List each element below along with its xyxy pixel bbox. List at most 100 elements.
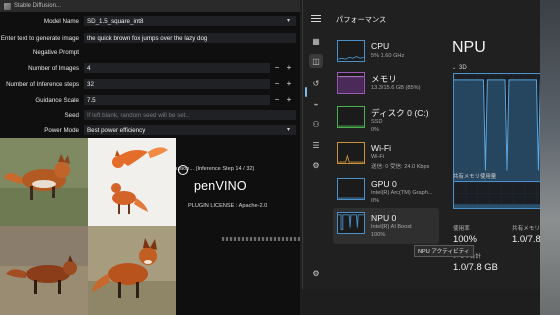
menu-icon[interactable] bbox=[311, 13, 321, 23]
nav-rail: ▦ ◫ ↺ ⌁ ⚇ ☰ ⚙ ⚙ bbox=[303, 30, 329, 289]
sd-window-title: Stable Diffusion... bbox=[14, 3, 61, 9]
generated-image-4[interactable] bbox=[88, 226, 176, 315]
negative-prompt-label: Negative Prompt bbox=[32, 48, 79, 56]
resource-item-cpu[interactable]: CPU 5% 1.60 GHz bbox=[333, 36, 439, 72]
wifi-throughput: 送信: 0 受信: 24.0 Kbps bbox=[371, 164, 430, 170]
tm-header: パフォーマンス bbox=[303, 0, 560, 38]
guidance-scale-input[interactable]: 7.5 bbox=[84, 95, 270, 105]
shared-memory-label: 共有メモリ使用量 bbox=[453, 174, 497, 180]
seed-input[interactable]: If left blank, random seed will be set.. bbox=[84, 110, 296, 120]
npu-name: NPU 0 bbox=[371, 213, 397, 223]
generated-image-2[interactable] bbox=[88, 138, 176, 226]
inference-steps-label: Number of Inference steps bbox=[6, 80, 79, 88]
desktop: Stable Diffusion... Model Name SD_1.5_sq… bbox=[0, 0, 560, 315]
fox-image-2 bbox=[88, 138, 176, 226]
utilization-label: 使用率 bbox=[453, 226, 470, 232]
wifi-adapter: Wi-Fi bbox=[371, 154, 385, 160]
prompt-label: Enter text to generate image bbox=[0, 34, 79, 42]
plugin-license: PLUGIN LICENSE : Apache-2.0 bbox=[188, 203, 268, 209]
npu-model: Intel(R) AI Boost bbox=[371, 224, 412, 230]
memory-usage: 13.3/15.6 GB (85%) bbox=[371, 85, 421, 91]
resource-item-memory[interactable]: メモリ 13.3/15.6 GB (85%) bbox=[333, 68, 439, 104]
gpu-model: Intel(R) Arc(TM) Graph... bbox=[371, 190, 433, 196]
cpu-sparkline bbox=[337, 40, 365, 62]
negative-prompt-input[interactable] bbox=[84, 47, 296, 57]
npu-sparkline bbox=[337, 212, 365, 234]
engine-selector[interactable]: 3D bbox=[459, 65, 467, 71]
performance-icon[interactable]: ◫ bbox=[309, 54, 323, 68]
resource-item-disk[interactable]: ディスク 0 (C:) SSD 0% bbox=[333, 102, 439, 138]
desktop-background bbox=[540, 0, 560, 315]
memory-name: メモリ bbox=[371, 74, 397, 84]
model-name-value: SD_1.5_square_int8 bbox=[87, 17, 144, 25]
npu-usage: 100% bbox=[371, 232, 386, 238]
resource-item-gpu[interactable]: GPU 0 Intel(R) Arc(TM) Graph... 0% bbox=[333, 174, 439, 210]
wifi-name: Wi-Fi bbox=[371, 143, 392, 153]
disk-name: ディスク 0 (C:) bbox=[371, 108, 429, 118]
power-mode-value: Best power efficiency bbox=[87, 126, 146, 134]
generated-images-grid bbox=[0, 138, 176, 315]
detail-title: NPU bbox=[452, 39, 486, 56]
num-images-input[interactable]: 4 bbox=[84, 63, 270, 73]
num-images-minus-button[interactable]: − bbox=[273, 63, 281, 73]
gpu-usage: 0% bbox=[371, 198, 380, 204]
utilization-value: 100% bbox=[453, 233, 477, 244]
prompt-value: the quick brown fox jumps over the lazy … bbox=[87, 34, 208, 42]
cpu-name: CPU bbox=[371, 41, 390, 51]
seed-placeholder: If left blank, random seed will be set.. bbox=[87, 111, 189, 119]
fox-image-3 bbox=[0, 226, 88, 315]
sd-titlebar: Stable Diffusion... bbox=[0, 0, 300, 12]
inference-steps-plus-button[interactable]: + bbox=[285, 79, 293, 89]
num-images-plus-button[interactable]: + bbox=[285, 63, 293, 73]
page-title: パフォーマンス bbox=[336, 15, 387, 24]
wifi-sparkline bbox=[337, 142, 365, 164]
guidance-scale-value: 7.5 bbox=[87, 96, 96, 104]
resource-item-wifi[interactable]: Wi-Fi Wi-Fi 送信: 0 受信: 24.0 Kbps bbox=[333, 138, 439, 174]
loading-indicator bbox=[222, 237, 300, 241]
generated-image-3[interactable] bbox=[0, 226, 88, 315]
progress-area: usion... (Inference Step 14 / 32) penVIN… bbox=[176, 162, 300, 222]
active-indicator bbox=[305, 87, 307, 97]
processes-icon[interactable]: ▦ bbox=[309, 34, 323, 48]
chevron-down-icon: ▾ bbox=[286, 18, 290, 24]
services-icon[interactable]: ⚙ bbox=[309, 158, 323, 172]
details-icon[interactable]: ☰ bbox=[309, 138, 323, 152]
stable-diffusion-window: Stable Diffusion... Model Name SD_1.5_sq… bbox=[0, 0, 300, 315]
startup-icon[interactable]: ⌁ bbox=[309, 97, 323, 111]
inference-steps-input[interactable]: 32 bbox=[84, 79, 270, 89]
model-name-select[interactable]: SD_1.5_square_int8 ▾ bbox=[84, 16, 296, 26]
disk-sparkline bbox=[337, 106, 365, 128]
power-mode-select[interactable]: Best power efficiency ▾ bbox=[84, 125, 296, 135]
guidance-scale-plus-button[interactable]: + bbox=[285, 95, 293, 105]
model-name-label: Model Name bbox=[43, 17, 79, 25]
prompt-input[interactable]: the quick brown fox jumps over the lazy … bbox=[84, 33, 296, 43]
gpu-name: GPU 0 bbox=[371, 179, 397, 189]
num-images-value: 4 bbox=[87, 64, 91, 72]
app-icon bbox=[4, 2, 11, 10]
seed-label: Seed bbox=[64, 111, 79, 119]
chevron-down-icon[interactable]: ⌄ bbox=[452, 65, 456, 71]
memory-sparkline bbox=[337, 72, 365, 94]
inference-steps-value: 32 bbox=[87, 80, 94, 88]
mem-total-value: 1.0/7.8 GB bbox=[453, 261, 498, 272]
resource-item-npu[interactable]: NPU 0 Intel(R) AI Boost 100% bbox=[333, 208, 439, 244]
users-icon[interactable]: ⚇ bbox=[309, 117, 323, 131]
app-history-icon[interactable]: ↺ bbox=[309, 76, 323, 90]
gpu-sparkline bbox=[337, 178, 365, 200]
guidance-scale-minus-button[interactable]: − bbox=[273, 95, 281, 105]
fox-image-4 bbox=[88, 226, 176, 315]
chevron-down-icon: ▾ bbox=[286, 127, 290, 133]
fox-image-1 bbox=[0, 138, 88, 226]
disk-type: SSD bbox=[371, 119, 383, 125]
guidance-scale-label: Guidance Scale bbox=[35, 96, 79, 104]
inference-steps-minus-button[interactable]: − bbox=[273, 79, 281, 89]
npu-tooltip: NPU アクティビティ bbox=[414, 245, 474, 257]
generated-image-1[interactable] bbox=[0, 138, 88, 226]
openvino-logo-text: penVINO bbox=[194, 179, 247, 193]
settings-icon[interactable]: ⚙ bbox=[309, 266, 323, 280]
openvino-logo-mark bbox=[178, 165, 188, 175]
disk-usage: 0% bbox=[371, 127, 380, 133]
shared-mem-stat-label: 共有メモリ bbox=[512, 226, 540, 232]
power-mode-label: Power Mode bbox=[44, 126, 79, 134]
cpu-usage: 5% 1.60 GHz bbox=[371, 53, 405, 59]
